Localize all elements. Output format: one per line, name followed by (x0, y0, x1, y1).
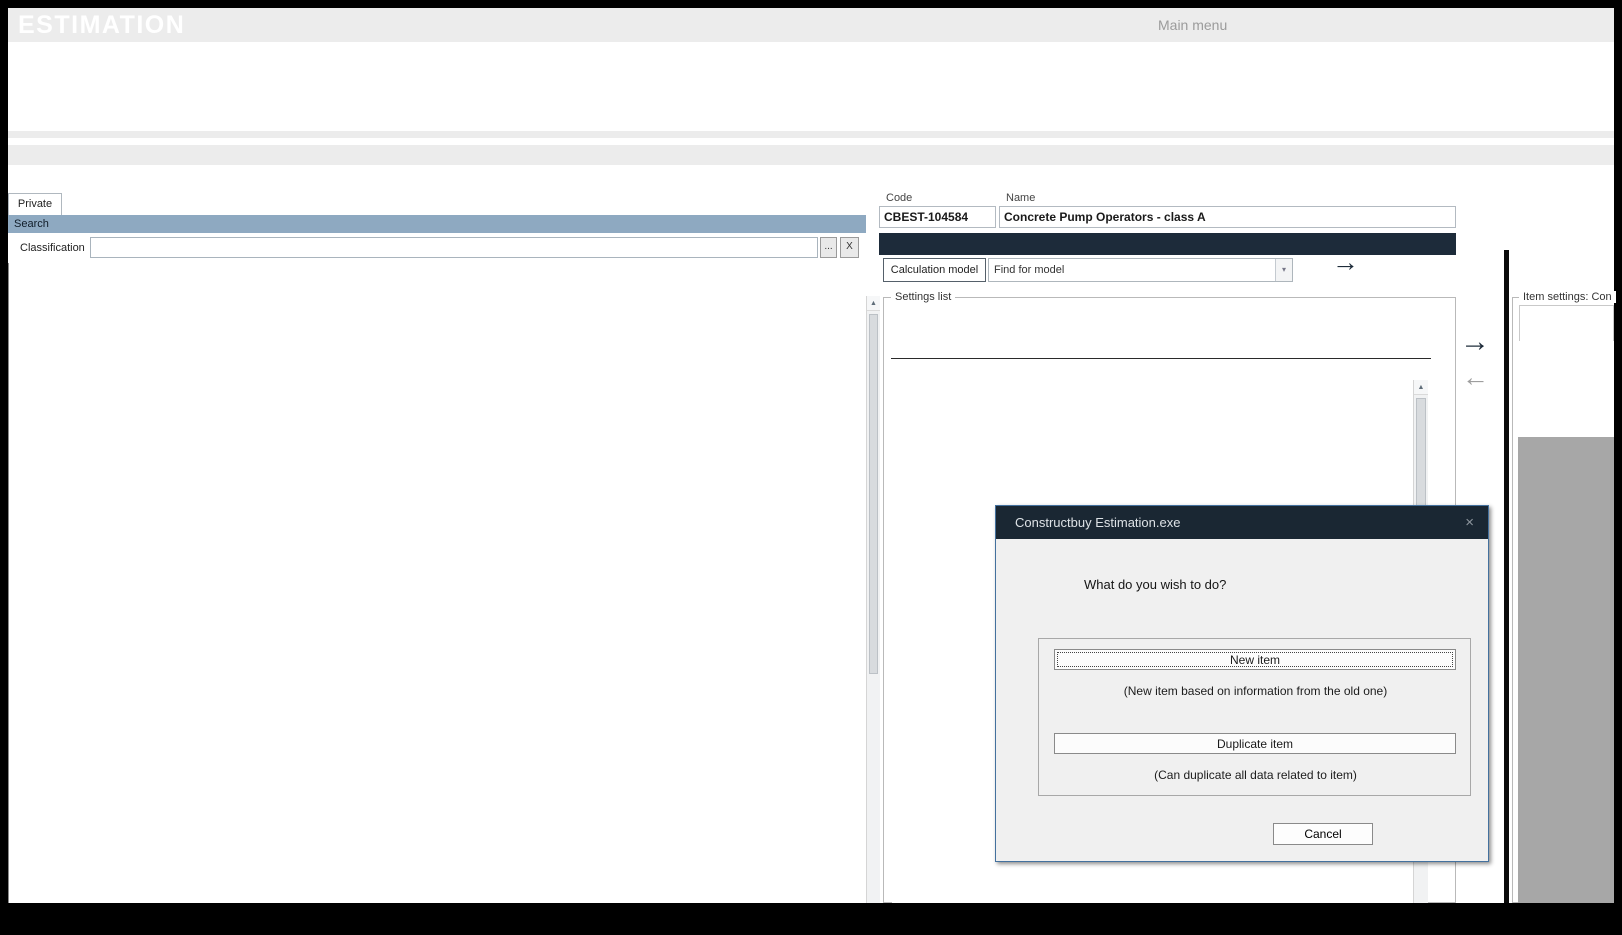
apply-model-arrow-icon[interactable]: → (1332, 247, 1359, 278)
dialog-options-group: New item (New item based on information … (1038, 638, 1471, 796)
titlebar: ESTIMATION Main menu (8, 8, 1614, 42)
settings-list-title: Settings list (891, 291, 955, 303)
item-detail-tabs (879, 233, 1456, 255)
scroll-up-icon[interactable]: ▲ (867, 296, 880, 311)
list-toolbar (8, 263, 866, 296)
tab-private[interactable]: Private (8, 193, 62, 215)
scroll-thumb[interactable] (869, 314, 878, 674)
model-search-combo[interactable]: Find for model ▾ (988, 258, 1293, 282)
window-title: Main menu (1158, 17, 1227, 33)
combo-caret-icon[interactable]: ▾ (1275, 259, 1292, 281)
app-logo-text: ESTIMATION (18, 11, 185, 40)
new-item-hint: (New item based on information from the … (1039, 684, 1472, 698)
item-settings-empty-area (1518, 437, 1614, 903)
classification-label: Classification (20, 242, 85, 254)
classification-clear-button[interactable]: X (840, 237, 859, 258)
search-header[interactable]: Search (8, 215, 866, 233)
classification-input[interactable] (90, 237, 818, 258)
main-toolbar (8, 68, 1614, 138)
search-header-label: Search (14, 218, 49, 230)
name-label: Name (1006, 192, 1035, 204)
model-search-value: Find for model (994, 264, 1064, 276)
items-scrollbar[interactable]: ▲ (866, 296, 880, 903)
document-tabstrip (8, 145, 1614, 165)
item-settings-toolbar (1519, 305, 1614, 341)
move-right-arrow-icon[interactable]: → (1460, 325, 1490, 359)
duplicate-item-hint: (Can duplicate all data related to item) (1039, 768, 1472, 782)
scroll-up-icon[interactable]: ▲ (1414, 380, 1428, 395)
name-field[interactable]: Concrete Pump Operators - class A (999, 206, 1456, 228)
move-left-arrow-icon: ← (1462, 362, 1489, 393)
classification-row: Classification ... X (8, 233, 866, 263)
code-field[interactable]: CBEST-104584 (879, 206, 996, 228)
menu-bar (8, 42, 1614, 68)
panel-splitter[interactable] (1504, 250, 1509, 903)
code-label: Code (886, 192, 912, 204)
app-window: ESTIMATION Main menu Private Search Clas… (0, 0, 1622, 935)
duplicate-item-button[interactable]: Duplicate item (1054, 733, 1456, 754)
duplicate-dialog: Constructbuy Estimation.exe × What do yo… (995, 505, 1489, 862)
items-table (8, 296, 866, 903)
cancel-button[interactable]: Cancel (1273, 823, 1373, 845)
items-toolbar (8, 165, 868, 193)
dialog-titlebar[interactable]: Constructbuy Estimation.exe × (996, 506, 1488, 539)
dialog-title: Constructbuy Estimation.exe (1015, 515, 1452, 530)
classification-browse-button[interactable]: ... (820, 237, 837, 258)
settings-toolbar (891, 327, 1431, 359)
item-settings-title: Item settings: Con (1519, 291, 1616, 303)
calculation-model-button[interactable]: Calculation model (883, 258, 986, 282)
dialog-close-icon[interactable]: × (1461, 514, 1478, 531)
dialog-question: What do you wish to do? (1084, 577, 1226, 592)
new-item-button[interactable]: New item (1054, 649, 1456, 670)
